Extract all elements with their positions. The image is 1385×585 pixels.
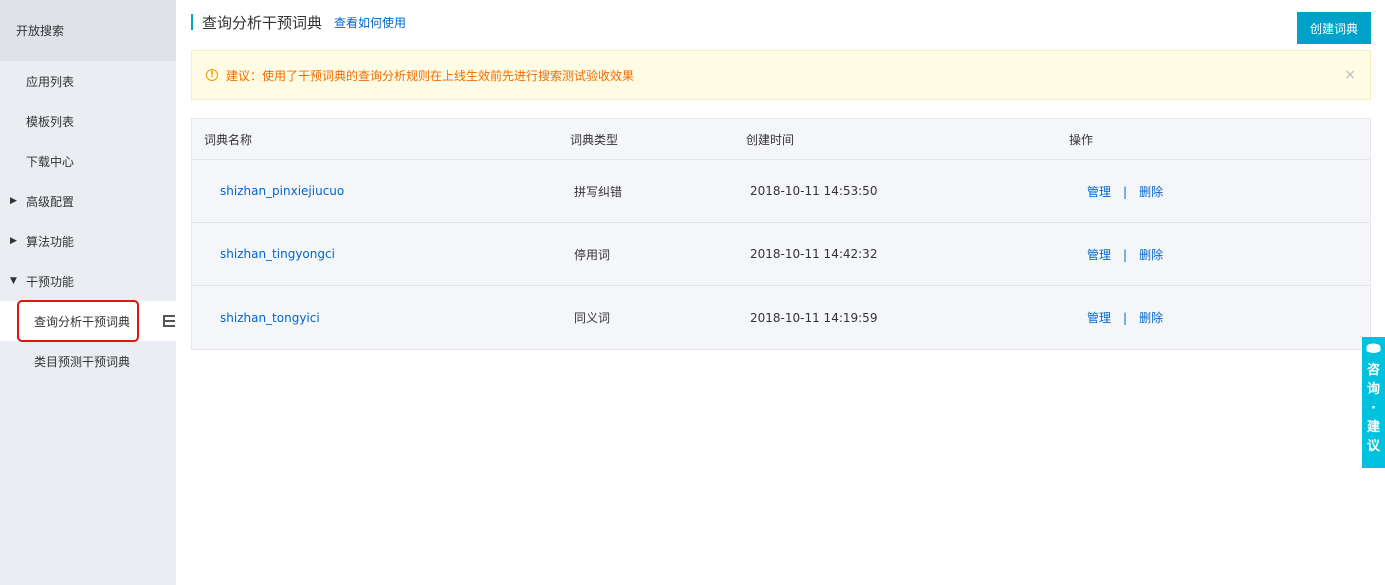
row-actions: 管理 | 删除 — [1069, 246, 1369, 263]
dictionary-name-link[interactable]: shizhan_tongyici — [220, 311, 320, 325]
column-header-actions: 操作 — [1069, 132, 1094, 147]
sidebar-item-label: 下载中心 — [26, 154, 75, 169]
sidebar-group-algorithm[interactable]: ▶ 算法功能 — [0, 221, 176, 261]
sidebar-item-label: 应用列表 — [26, 74, 75, 89]
sidebar-group-advanced-config[interactable]: ▶ 高级配置 — [0, 181, 176, 221]
sidebar-title: 开放搜索 — [0, 0, 176, 61]
manage-link[interactable]: 管理 — [1087, 248, 1111, 262]
manage-link[interactable]: 管理 — [1087, 185, 1111, 199]
sidebar-item-category-prediction-dict[interactable]: 类目预测干预词典 — [0, 341, 176, 381]
feedback-label: 咨询·建议 — [1366, 363, 1380, 454]
table-row: shizhan_tongyici 同义词 2018-10-11 14:19:59… — [192, 286, 1370, 349]
feedback-widget[interactable]: 咨询·建议 — [1362, 337, 1385, 468]
table-row: shizhan_tingyongci 停用词 2018-10-11 14:42:… — [192, 223, 1370, 286]
page-title: 查询分析干预词典 — [202, 13, 323, 32]
dictionary-type: 拼写纠错 — [574, 184, 623, 199]
caret-right-icon: ▶ — [10, 196, 17, 206]
row-actions: 管理 | 删除 — [1069, 309, 1369, 326]
column-header-created: 创建时间 — [746, 132, 795, 147]
dictionary-table: 词典名称 词典类型 创建时间 操作 shizhan_pinxiejiucuo 拼… — [191, 118, 1371, 350]
sidebar-item-label: 干预功能 — [26, 274, 75, 289]
sidebar-item-label: 查询分析干预词典 — [34, 314, 131, 329]
action-separator: | — [1123, 247, 1128, 262]
column-header-name: 词典名称 — [204, 132, 253, 147]
chat-icon — [1366, 343, 1381, 353]
sidebar-item-label: 类目预测干预词典 — [34, 354, 131, 369]
list-collapse-icon — [163, 315, 175, 327]
table-header: 词典名称 词典类型 创建时间 操作 — [192, 119, 1370, 160]
action-separator: | — [1123, 184, 1128, 199]
row-actions: 管理 | 删除 — [1069, 183, 1369, 200]
warning-icon: ! — [206, 69, 218, 81]
sidebar-item-download-center[interactable]: 下载中心 — [0, 141, 176, 181]
dictionary-type: 同义词 — [574, 311, 611, 325]
create-dictionary-button[interactable]: 创建词典 — [1297, 12, 1371, 44]
dictionary-name-link[interactable]: shizhan_tingyongci — [220, 247, 335, 261]
sidebar-item-label: 算法功能 — [26, 234, 75, 249]
caret-down-icon: ▼ — [10, 276, 17, 286]
created-time: 2018-10-11 14:53:50 — [750, 184, 878, 198]
sidebar-item-template-list[interactable]: 模板列表 — [0, 101, 176, 141]
close-icon[interactable]: × — [1344, 67, 1356, 83]
sidebar-collapse-toggle[interactable] — [162, 306, 176, 336]
sidebar-item-label: 模板列表 — [26, 114, 75, 129]
dictionary-type: 停用词 — [574, 247, 611, 262]
column-header-type: 词典类型 — [570, 132, 619, 147]
sidebar-group-intervention[interactable]: ▼ 干预功能 — [0, 261, 176, 301]
alert-text: 建议：使用了干预词典的查询分析规则在上线生效前先进行搜索测试验收效果 — [226, 68, 635, 83]
alert-banner: ! 建议：使用了干预词典的查询分析规则在上线生效前先进行搜索测试验收效果 × — [191, 50, 1371, 100]
page-header: 查询分析干预词典 查看如何使用 — [191, 12, 406, 32]
table-row: shizhan_pinxiejiucuo 拼写纠错 2018-10-11 14:… — [192, 160, 1370, 223]
caret-right-icon: ▶ — [10, 236, 17, 246]
help-link[interactable]: 查看如何使用 — [334, 14, 406, 31]
delete-link[interactable]: 删除 — [1139, 248, 1163, 262]
sidebar-item-app-list[interactable]: 应用列表 — [0, 61, 176, 101]
created-time: 2018-10-11 14:19:59 — [750, 310, 878, 325]
delete-link[interactable]: 删除 — [1139, 185, 1163, 199]
sidebar-item-label: 高级配置 — [26, 194, 75, 209]
created-time: 2018-10-11 14:42:32 — [750, 247, 878, 261]
dictionary-name-link[interactable]: shizhan_pinxiejiucuo — [220, 184, 344, 198]
action-separator: | — [1123, 311, 1128, 325]
title-accent-bar — [191, 14, 193, 30]
manage-link[interactable]: 管理 — [1087, 311, 1111, 325]
sidebar-item-query-analysis-dict[interactable]: 查询分析干预词典 — [0, 301, 176, 341]
sidebar-nav: 应用列表 模板列表 下载中心 ▶ 高级配置 ▶ 算法功能 ▼ 干预功能 查询分析… — [0, 61, 176, 381]
delete-link[interactable]: 删除 — [1139, 311, 1163, 325]
sidebar: 开放搜索 应用列表 模板列表 下载中心 ▶ 高级配置 ▶ 算法功能 ▼ 干预功能… — [0, 0, 176, 585]
